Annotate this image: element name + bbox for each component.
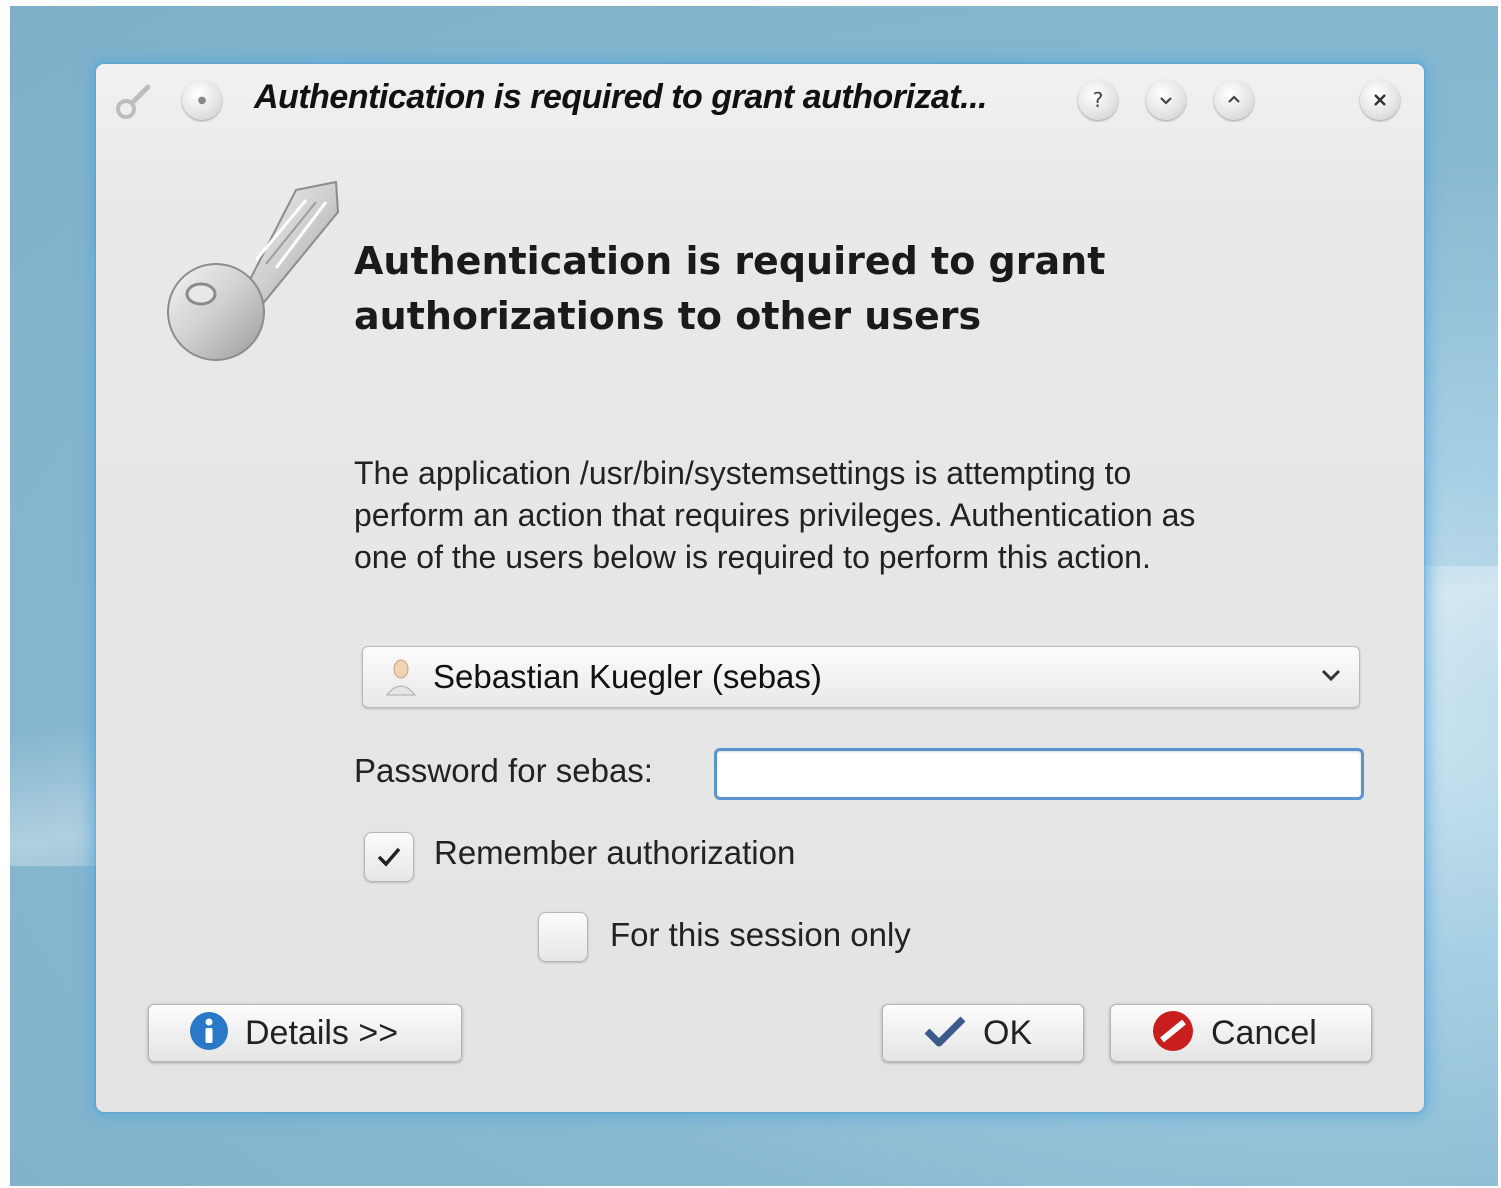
question-icon: ? [1092,88,1104,112]
key-icon [146,172,346,377]
password-field[interactable] [714,748,1364,800]
close-button[interactable] [1360,80,1400,120]
window-title: Authentication is required to grant auth… [254,78,987,116]
chevron-down-icon [1160,97,1172,105]
description-line-3: one of the users below is required to pe… [354,539,1151,575]
cancel-button[interactable]: Cancel [1110,1004,1372,1062]
ok-label: OK [983,1013,1033,1052]
auth-dialog-window: ● Authentication is required to grant au… [96,64,1424,1112]
dot-icon: ● [197,94,207,106]
window-menu-button[interactable]: ● [182,80,222,120]
key-window-icon[interactable] [114,82,154,127]
info-icon [189,1011,229,1056]
help-button[interactable]: ? [1078,80,1118,120]
titlebar[interactable]: ● Authentication is required to grant au… [96,64,1424,136]
dialog-heading: Authentication is required to grant auth… [354,234,1254,344]
cancel-label: Cancel [1211,1013,1317,1052]
session-only-checkbox[interactable] [538,912,588,962]
chevron-up-icon [1228,95,1240,103]
close-icon [1374,94,1386,106]
password-label: Password for sebas: [354,752,653,789]
dialog-description: The application /usr/bin/systemsettings … [354,452,1354,578]
checkmark-icon [923,1013,967,1054]
checkmark-icon [377,847,401,867]
user-select-value: Sebastian Kuegler (sebas) [433,658,822,695]
remember-label: Remember authorization [434,834,796,871]
user-select[interactable]: Sebastian Kuegler (sebas) [362,646,1360,708]
cancel-icon [1151,1009,1195,1058]
details-button[interactable]: Details >> [148,1004,462,1062]
description-line-2: perform an action that requires privileg… [354,497,1196,533]
ok-button[interactable]: OK [882,1004,1084,1062]
heading-line-2: authorizations to other users [354,294,982,338]
maximize-button[interactable] [1214,80,1254,120]
remember-checkbox[interactable] [364,832,414,882]
minimize-button[interactable] [1146,80,1186,120]
session-only-label: For this session only [610,916,911,953]
description-line-1: The application /usr/bin/systemsettings … [354,455,1132,491]
chevron-down-icon [1317,661,1345,694]
heading-line-1: Authentication is required to grant [354,239,1106,283]
details-label: Details >> [245,1013,399,1052]
user-icon [383,657,419,702]
